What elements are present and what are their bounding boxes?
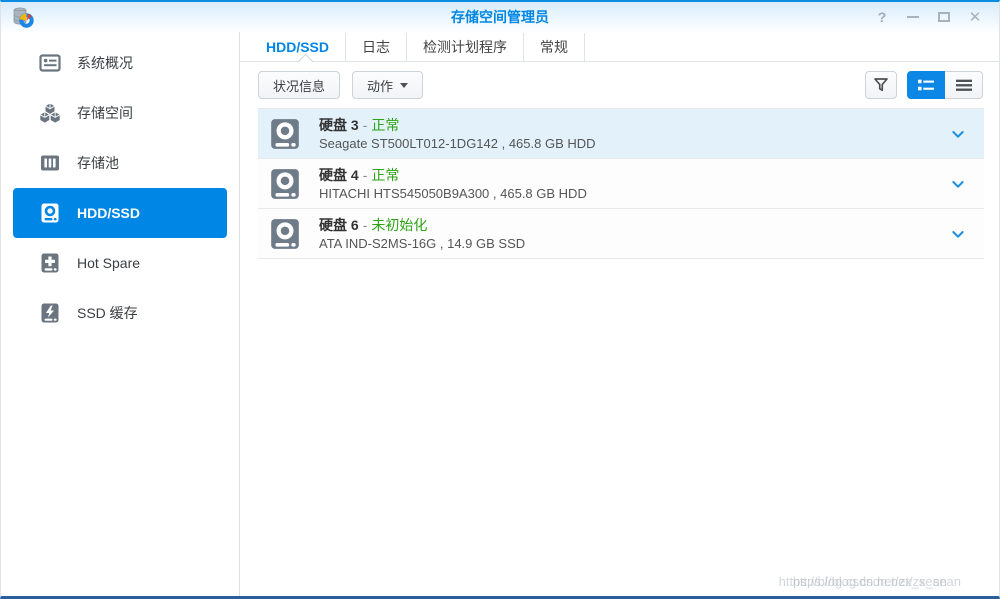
sidebar-item-label: 存储池: [77, 153, 119, 173]
hdd-icon: [268, 167, 302, 201]
disk-detail: Seagate ST500LT012-1DG142 , 465.8 GB HDD: [319, 135, 946, 152]
disk-status: 未初始化: [371, 217, 427, 233]
sidebar-item-ssd-cache[interactable]: SSD 缓存: [13, 288, 227, 338]
disk-row-4[interactable]: 硬盘 4-正常 HITACHI HTS545050B9A300 , 465.8 …: [258, 159, 984, 209]
disk-name: 硬盘 4: [319, 167, 359, 183]
list-view-button[interactable]: [945, 71, 983, 99]
hot-spare-icon: [38, 251, 62, 275]
sidebar-item-hot-spare[interactable]: Hot Spare: [13, 238, 227, 288]
disk-status: 正常: [371, 117, 399, 133]
disk-status-separator: -: [359, 167, 372, 183]
minimize-icon[interactable]: [905, 9, 921, 25]
sidebar-item-label: SSD 缓存: [77, 303, 138, 323]
view-toggle-group: [907, 71, 983, 99]
tab-log[interactable]: 日志: [346, 33, 407, 61]
detail-view-button[interactable]: [907, 71, 945, 99]
tab-hdd-ssd[interactable]: HDD/SSD: [250, 33, 346, 61]
storage-manager-app-icon: [11, 5, 35, 29]
tab-test-scheduler[interactable]: 检测计划程序: [407, 33, 524, 61]
sidebar-item-storage-pool[interactable]: 存储池: [13, 138, 227, 188]
list-view-icon: [955, 77, 973, 93]
storage-pool-icon: [38, 151, 62, 175]
close-icon[interactable]: ✕: [967, 9, 983, 25]
storage-manager-window: 存储空间管理员 ? ✕ 系统概况: [0, 0, 1000, 599]
overview-icon: [38, 51, 62, 75]
detail-view-icon: [917, 77, 935, 93]
volume-icon: [38, 101, 62, 125]
disk-name: 硬盘 6: [319, 217, 359, 233]
main-panel: HDD/SSD 日志 检测计划程序 常规 状况信息 动作: [240, 32, 999, 596]
health-info-label: 状况信息: [273, 76, 325, 95]
sidebar-item-system-overview[interactable]: 系统概况: [13, 38, 227, 88]
chevron-down-icon[interactable]: [946, 222, 970, 246]
disk-status-separator: -: [359, 217, 372, 233]
window-controls: ? ✕: [874, 9, 999, 25]
sidebar-item-label: 系统概况: [77, 53, 133, 73]
toolbar-right: [865, 71, 983, 99]
caret-down-icon: [400, 83, 408, 88]
disk-icon: [38, 201, 62, 225]
health-info-button[interactable]: 状况信息: [258, 71, 340, 99]
help-icon[interactable]: ?: [874, 9, 890, 25]
disk-detail: HITACHI HTS545050B9A300 , 465.8 GB HDD: [319, 185, 946, 202]
tab-general[interactable]: 常规: [524, 33, 585, 61]
action-dropdown-button[interactable]: 动作: [352, 71, 423, 99]
chevron-down-icon[interactable]: [946, 172, 970, 196]
sidebar-item-label: 存储空间: [77, 103, 133, 123]
maximize-icon[interactable]: [936, 9, 952, 25]
disk-status: 正常: [371, 167, 399, 183]
ssd-cache-icon: [38, 301, 62, 325]
sidebar-item-label: Hot Spare: [77, 255, 140, 271]
disk-detail: ATA IND-S2MS-16G , 14.9 GB SSD: [319, 235, 946, 252]
disk-list: 硬盘 3-正常 Seagate ST500LT012-1DG142 , 465.…: [258, 108, 984, 259]
disk-info: 硬盘 6-未初始化 ATA IND-S2MS-16G , 14.9 GB SSD: [319, 216, 946, 252]
disk-name: 硬盘 3: [319, 117, 359, 133]
disk-info: 硬盘 3-正常 Seagate ST500LT012-1DG142 , 465.…: [319, 116, 946, 152]
toolbar: 状况信息 动作: [240, 62, 999, 108]
ssd-icon: [268, 217, 302, 251]
hdd-icon: [268, 117, 302, 151]
sidebar-item-hdd-ssd[interactable]: HDD/SSD: [13, 188, 227, 238]
filter-button[interactable]: [865, 71, 897, 99]
tab-bar: HDD/SSD 日志 检测计划程序 常规: [240, 32, 999, 62]
disk-info: 硬盘 4-正常 HITACHI HTS545050B9A300 , 465.8 …: [319, 166, 946, 202]
disk-status-separator: -: [359, 117, 372, 133]
sidebar-item-storage-space[interactable]: 存储空间: [13, 88, 227, 138]
chevron-down-icon[interactable]: [946, 122, 970, 146]
titlebar: 存储空间管理员 ? ✕: [1, 2, 999, 32]
window-title: 存储空间管理员: [1, 7, 999, 27]
disk-row-6[interactable]: 硬盘 6-未初始化 ATA IND-S2MS-16G , 14.9 GB SSD: [258, 209, 984, 259]
sidebar: 系统概况 存储空间: [1, 32, 240, 596]
filter-icon: [872, 76, 890, 94]
action-label: 动作: [367, 76, 393, 95]
sidebar-item-label: HDD/SSD: [77, 205, 140, 221]
disk-row-3[interactable]: 硬盘 3-正常 Seagate ST500LT012-1DG142 , 465.…: [258, 109, 984, 159]
